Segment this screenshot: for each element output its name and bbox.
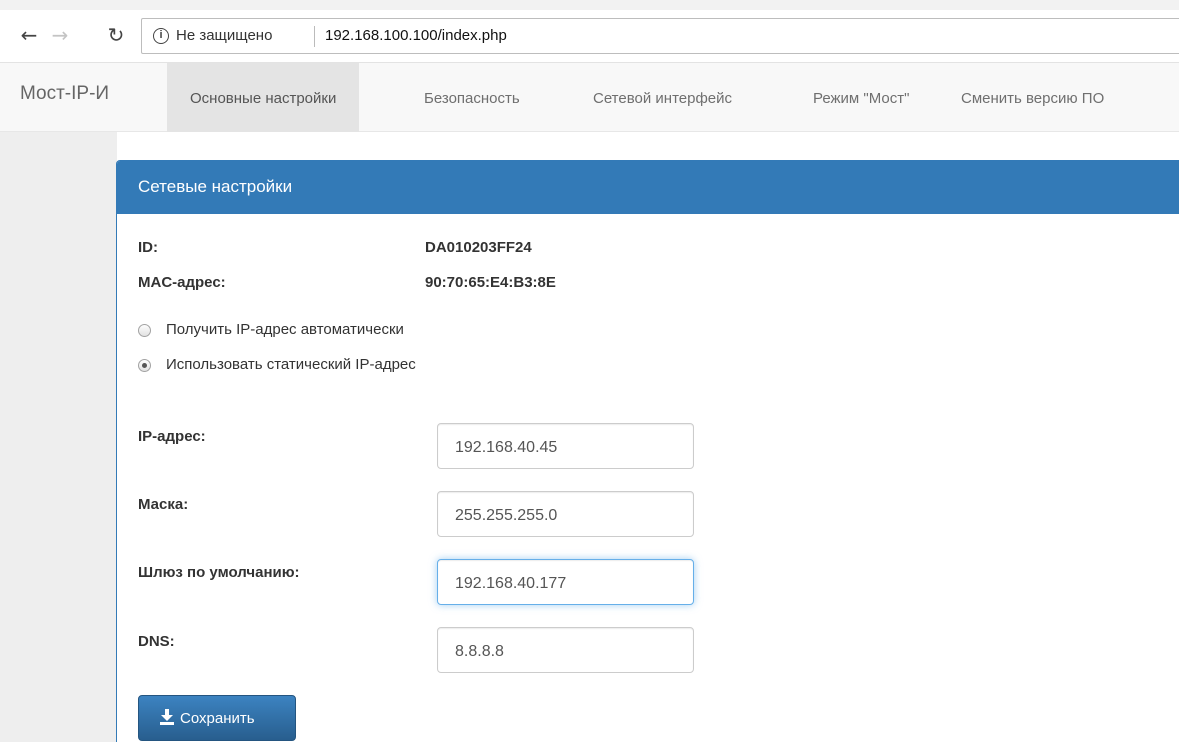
save-button-label: Сохранить (180, 710, 255, 727)
nav-network-interface[interactable]: Сетевой интерфейс (570, 63, 755, 132)
address-bar[interactable]: i Не защищено 192.168.100.100/index.php (141, 18, 1179, 54)
id-label: ID: (138, 239, 158, 256)
ip-address-label: IP-адрес: (138, 428, 206, 445)
gateway-label: Шлюз по умолчанию: (138, 564, 300, 581)
panel-title: Сетевые настройки (138, 177, 293, 196)
nav-security[interactable]: Безопасность (401, 63, 543, 132)
nav-bridge-mode[interactable]: Режим "Мост" (790, 63, 932, 132)
nav-main-settings[interactable]: Основные настройки (167, 63, 360, 132)
network-settings-panel: Сетевые настройки ID: DA010203FF24 MAC-а… (116, 160, 1179, 742)
ip-address-input[interactable] (437, 423, 694, 469)
left-gutter (0, 132, 117, 742)
radio-auto-ip-label[interactable]: Получить IP-адрес автоматически (166, 321, 404, 338)
forward-arrow-icon[interactable]: → (47, 22, 73, 48)
download-icon (160, 709, 174, 725)
radio-auto-ip-button[interactable] (138, 324, 151, 337)
brand-logo[interactable]: Мост-IP-И (20, 83, 109, 105)
security-status[interactable]: Не защищено (176, 27, 272, 44)
mac-label: MAC-адрес: (138, 274, 226, 291)
mask-label: Маска: (138, 496, 189, 513)
info-icon[interactable]: i (153, 28, 169, 44)
tab-strip (0, 0, 1179, 10)
mask-input[interactable] (437, 491, 694, 537)
back-arrow-icon[interactable]: ← (16, 22, 42, 48)
browser-toolbar: ← → ↻ i Не защищено 192.168.100.100/inde… (0, 0, 1179, 62)
id-value: DA010203FF24 (425, 239, 532, 256)
url-text[interactable]: 192.168.100.100/index.php (325, 27, 507, 44)
address-separator (314, 26, 315, 47)
radio-static-ip-button[interactable] (138, 359, 151, 372)
top-navbar: Мост-IP-И Основные настройки Безопасност… (0, 62, 1179, 132)
panel-heading: Сетевые настройки (117, 161, 1179, 214)
dns-label: DNS: (138, 633, 175, 650)
nav-firmware-update[interactable]: Сменить версию ПО (938, 63, 1127, 132)
dns-input[interactable] (437, 627, 694, 673)
mac-value: 90:70:65:E4:B3:8E (425, 274, 556, 291)
gateway-input[interactable] (437, 559, 694, 605)
reload-icon[interactable]: ↻ (103, 22, 129, 48)
radio-static-ip-label[interactable]: Использовать статический IP-адрес (166, 356, 416, 373)
save-button[interactable]: Сохранить (138, 695, 296, 741)
